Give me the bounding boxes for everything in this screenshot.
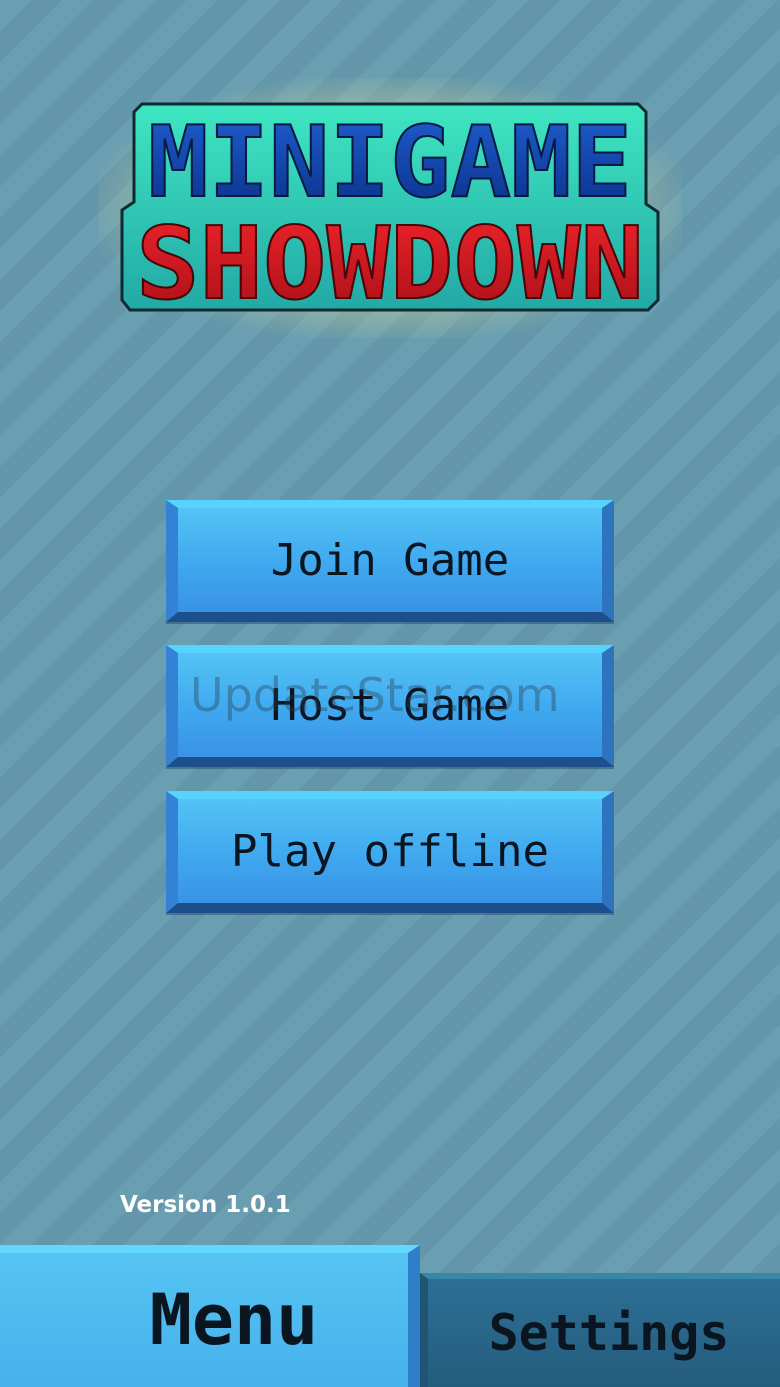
main-menu-screen: MINIGAME SHOWDOWN Join Game Host Game Pl…	[0, 0, 780, 1387]
version-label: Version 1.0.1	[120, 1192, 291, 1218]
join-game-label: Join Game	[270, 534, 510, 586]
play-offline-label: Play offline	[231, 825, 549, 877]
logo-line-showdown: SHOWDOWN	[136, 205, 644, 314]
tab-settings[interactable]: Settings	[420, 1273, 780, 1387]
game-logo: MINIGAME SHOWDOWN	[120, 102, 660, 314]
play-offline-button[interactable]: Play offline	[166, 791, 614, 913]
join-game-button[interactable]: Join Game	[166, 500, 614, 622]
host-game-button[interactable]: Host Game	[166, 645, 614, 767]
tab-menu-label: Menu	[149, 1279, 319, 1361]
tab-settings-label: Settings	[488, 1304, 730, 1362]
tab-menu[interactable]: Menu	[0, 1245, 420, 1387]
host-game-label: Host Game	[270, 679, 510, 731]
logo-line-minigame: MINIGAME	[148, 106, 632, 220]
